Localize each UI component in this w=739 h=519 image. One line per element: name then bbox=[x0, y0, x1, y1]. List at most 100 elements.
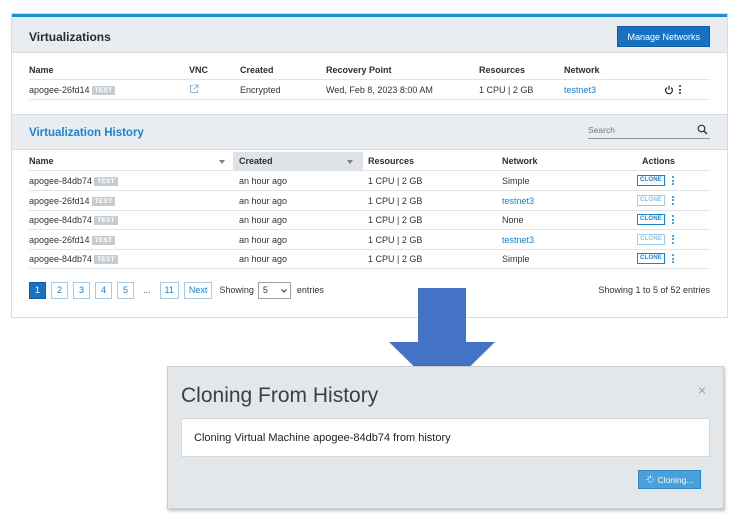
vm-name-text: apogee-26fd14 bbox=[29, 85, 90, 95]
history-network: Simple bbox=[502, 176, 530, 186]
modal-title: Cloning From History bbox=[181, 384, 379, 407]
page-1-button[interactable]: 1 bbox=[29, 281, 46, 299]
next-button[interactable]: Next bbox=[183, 281, 213, 299]
table-row: apogee-84db74 TEST an hour ago 1 CPU | 2 GB… bbox=[29, 172, 710, 191]
history-resources: 1 CPU | 2 GB bbox=[368, 195, 423, 206]
col-vnc: VNC bbox=[189, 65, 209, 75]
sort-created-icon[interactable] bbox=[347, 160, 353, 164]
history-network: Simple bbox=[502, 254, 530, 264]
virtualizations-title: Virtualizations bbox=[29, 30, 111, 44]
history-network[interactable]: testnet3 bbox=[502, 235, 534, 245]
virtualizations-table: Name VNC Created Recovery Point Resource… bbox=[29, 61, 710, 103]
power-icon[interactable] bbox=[664, 85, 674, 97]
vm-recovery-point: Wed, Feb 8, 2023 8:00 AM bbox=[326, 85, 433, 95]
page-5-button[interactable]: 5 bbox=[117, 281, 134, 299]
pagination: 1 2 3 4 5 ... 11 Next Showing 5 entries bbox=[29, 281, 324, 299]
hcol-resources: Resources bbox=[368, 156, 415, 166]
table-row: apogee-84db74 TEST an hour ago 1 CPU | 2 GB… bbox=[29, 211, 710, 230]
history-network[interactable]: testnet3 bbox=[502, 196, 534, 206]
history-resources: 1 CPU | 2 GB bbox=[368, 254, 423, 264]
history-created: an hour ago bbox=[239, 254, 288, 264]
showing-summary: Showing 1 to 5 of 52 entries bbox=[598, 285, 710, 295]
showing-label: Showing bbox=[219, 285, 254, 295]
row-menu-icon[interactable] bbox=[671, 234, 675, 246]
modal-message-box: Cloning Virtual Machine apogee-84db74 fr… bbox=[181, 418, 710, 457]
col-recovery-point: Recovery Point bbox=[326, 65, 392, 75]
history-vm-name-text: apogee-26fd14 bbox=[29, 234, 90, 245]
history-title: Virtualization History bbox=[29, 127, 144, 139]
pagination-ellipsis: ... bbox=[139, 281, 155, 299]
page-last-button[interactable]: 11 bbox=[159, 281, 179, 299]
history-network: None bbox=[502, 215, 524, 225]
test-tag: TEST bbox=[94, 216, 118, 225]
page-3-button[interactable]: 3 bbox=[73, 281, 90, 299]
hcol-actions: Actions bbox=[642, 156, 676, 166]
external-link-icon[interactable] bbox=[189, 84, 199, 96]
vm-resources: 1 CPU | 2 GB bbox=[479, 85, 534, 95]
hcol-network: Network bbox=[502, 156, 538, 166]
history-created: an hour ago bbox=[239, 215, 288, 225]
vm-network-link[interactable]: testnet3 bbox=[564, 85, 596, 95]
history-vm-name: apogee-26fd14 TEST bbox=[29, 234, 116, 245]
history-search bbox=[588, 123, 710, 139]
row-menu-icon[interactable] bbox=[671, 175, 675, 187]
chevron-down-icon bbox=[281, 288, 287, 293]
vm-name: apogee-26fd14 TEST bbox=[29, 85, 116, 95]
row-menu-icon[interactable] bbox=[678, 84, 682, 96]
test-tag: TEST bbox=[91, 235, 116, 245]
page-4-button[interactable]: 4 bbox=[95, 281, 112, 299]
table-row: apogee-26fd14 TEST an hour ago 1 CPU | 2 GB… bbox=[29, 231, 710, 250]
spinner-icon bbox=[645, 475, 655, 484]
clone-button[interactable]: CLONE bbox=[637, 253, 665, 264]
search-icon[interactable] bbox=[697, 124, 709, 136]
cloning-modal: Cloning From History × Cloning Virtual M… bbox=[167, 366, 724, 509]
row-menu-icon[interactable] bbox=[671, 214, 675, 226]
manage-networks-button[interactable]: Manage Networks bbox=[617, 26, 710, 47]
entries-label: entries bbox=[296, 285, 324, 295]
clone-button[interactable]: CLONE bbox=[637, 175, 665, 186]
history-vm-name-text: apogee-84db74 bbox=[29, 176, 93, 186]
hcol-name[interactable]: Name bbox=[29, 156, 54, 166]
history-resources: 1 CPU | 2 GB bbox=[368, 234, 423, 245]
table-row: apogee-84db74 TEST an hour ago 1 CPU | 2 GB… bbox=[29, 250, 710, 269]
table-header-row: Name VNC Created Recovery Point Resource… bbox=[29, 61, 710, 80]
history-vm-name: apogee-84db74 TEST bbox=[29, 254, 118, 264]
row-menu-icon[interactable] bbox=[671, 195, 675, 207]
history-vm-name-text: apogee-84db74 bbox=[29, 254, 93, 264]
table-row: apogee-26fd14 TEST Encrypted Wed, Feb 8, … bbox=[29, 81, 710, 100]
sort-name-icon[interactable] bbox=[219, 160, 225, 164]
history-vm-name-text: apogee-84db74 bbox=[29, 215, 93, 225]
cloning-button[interactable]: Cloning... bbox=[638, 470, 701, 489]
history-vm-name-text: apogee-26fd14 bbox=[29, 195, 90, 206]
history-created: an hour ago bbox=[239, 234, 288, 245]
test-tag: TEST bbox=[91, 86, 116, 95]
history-vm-name: apogee-84db74 TEST bbox=[29, 215, 118, 225]
clone-button[interactable]: CLONE bbox=[637, 214, 665, 225]
history-vm-name: apogee-26fd14 TEST bbox=[29, 195, 116, 206]
history-created: an hour ago bbox=[239, 195, 288, 206]
virtualizations-header: Virtualizations Manage Networks bbox=[12, 17, 727, 53]
search-input[interactable] bbox=[588, 123, 688, 137]
test-tag: TEST bbox=[94, 177, 118, 186]
col-network: Network bbox=[564, 65, 600, 75]
cloning-button-label: Cloning... bbox=[657, 474, 694, 485]
test-tag: TEST bbox=[94, 255, 118, 264]
history-created: an hour ago bbox=[239, 176, 288, 186]
history-vm-name: apogee-84db74 TEST bbox=[29, 176, 118, 186]
close-icon[interactable]: × bbox=[698, 382, 706, 398]
table-row: apogee-26fd14 TEST an hour ago 1 CPU | 2 GB… bbox=[29, 192, 710, 211]
page-size-value: 5 bbox=[262, 285, 268, 295]
clone-button[interactable]: CLONE bbox=[637, 233, 665, 245]
clone-button[interactable]: CLONE bbox=[637, 194, 665, 206]
test-tag: TEST bbox=[91, 196, 116, 206]
hcol-created[interactable]: Created bbox=[239, 156, 273, 166]
page-2-button[interactable]: 2 bbox=[51, 281, 68, 299]
history-header-row: Name Created Resources Network Actions bbox=[29, 152, 710, 171]
row-menu-icon[interactable] bbox=[671, 253, 675, 265]
history-header: Virtualization History bbox=[12, 114, 727, 150]
history-resources: 1 CPU | 2 GB bbox=[368, 215, 423, 225]
col-name: Name bbox=[29, 65, 54, 75]
history-resources: 1 CPU | 2 GB bbox=[368, 176, 423, 186]
page-size-select[interactable]: 5 bbox=[257, 281, 291, 299]
col-resources: Resources bbox=[479, 65, 526, 75]
